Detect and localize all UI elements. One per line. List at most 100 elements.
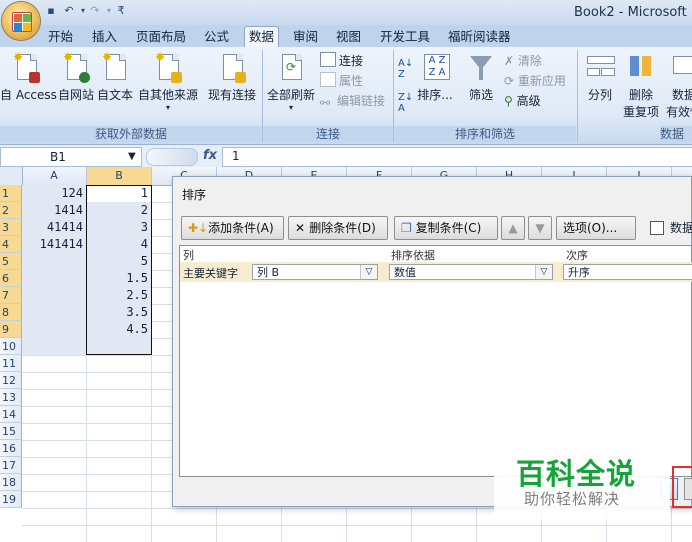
row-header-9[interactable]: 9 <box>0 321 22 338</box>
advanced-filter-icon: ⚲ <box>504 94 517 108</box>
insert-function-icon[interactable]: fx <box>203 148 217 163</box>
chevron-down-icon: ▽ <box>360 265 377 279</box>
cell-a1[interactable]: 124 <box>22 185 86 202</box>
cell-b2[interactable]: 2 <box>87 202 151 219</box>
window-title: Book2 - Microsoft Ex <box>574 5 692 20</box>
cell-b9[interactable]: 4.5 <box>87 321 151 338</box>
edit-links-button[interactable]: ⚯ 编辑链接 <box>320 92 385 110</box>
row-header-15[interactable]: 15 <box>0 423 22 440</box>
tab-foxit-reader[interactable]: 福昕阅读器 <box>448 27 511 47</box>
formula-input[interactable] <box>222 147 692 167</box>
row-header-2[interactable]: 2 <box>0 202 22 219</box>
sort-button[interactable]: A ZZ A 排序... <box>416 52 454 103</box>
tab-insert[interactable]: 插入 <box>92 27 117 47</box>
cell-a4[interactable]: 141414 <box>22 236 86 253</box>
formula-bar-splitter[interactable] <box>146 148 198 166</box>
ribbon-tabs: 开始 插入 页面布局 公式 数据 审阅 视图 开发工具 福昕阅读器 <box>0 25 692 48</box>
has-headers-checkbox[interactable] <box>650 221 664 235</box>
row-header-8[interactable]: 8 <box>0 304 22 321</box>
cell-b7[interactable]: 2.5 <box>87 287 151 304</box>
row-header-11[interactable]: 11 <box>0 355 22 372</box>
group-label-data-tools: 数据 <box>660 126 692 142</box>
cell-a3[interactable]: 41414 <box>22 219 86 236</box>
save-icon[interactable]: ▪ <box>44 4 58 18</box>
row-header-7[interactable]: 7 <box>0 287 22 304</box>
watermark-title: 百科全说 <box>516 457 637 491</box>
delete-level-button[interactable]: ✕ 删除条件(D) <box>288 216 388 240</box>
remove-duplicates-button[interactable]: 删除 重复项 <box>620 52 662 120</box>
row-header-17[interactable]: 17 <box>0 457 22 474</box>
row-header-19[interactable]: 19 <box>0 491 22 508</box>
row-header-18[interactable]: 18 <box>0 474 22 491</box>
sort-descending-button[interactable]: Z↓ A <box>398 92 413 114</box>
from-other-sources-button[interactable]: ✸ 自其他来源 ▾ <box>136 50 200 112</box>
cell-a2[interactable]: 1414 <box>22 202 86 219</box>
from-text-label: 自文本 <box>96 88 133 102</box>
tab-view[interactable]: 视图 <box>336 27 361 47</box>
refresh-all-label: 全部刷新 <box>266 88 315 102</box>
clear-filter-label: 清除 <box>517 54 542 68</box>
tab-developer[interactable]: 开发工具 <box>380 27 430 47</box>
data-validation-button[interactable]: 数据 有效性 <box>664 52 692 120</box>
cell-b8[interactable]: 3.5 <box>87 304 151 321</box>
row-header-5[interactable]: 5 <box>0 253 22 270</box>
cell-b5[interactable]: 5 <box>87 253 151 270</box>
row-header-4[interactable]: 4 <box>0 236 22 253</box>
copy-level-button[interactable]: ❐ 复制条件(C) <box>394 216 498 240</box>
arrow-up-icon: ▲ <box>508 221 518 235</box>
connections-icon <box>320 52 336 67</box>
column-header-b[interactable]: B <box>87 167 152 185</box>
row-header-3[interactable]: 3 <box>0 219 22 236</box>
customize-qat-icon[interactable]: ₹ <box>114 4 128 18</box>
sort-ascending-button[interactable]: A↓ Z <box>398 58 413 80</box>
options-button[interactable]: 选项(O)... <box>556 216 636 240</box>
tab-review[interactable]: 审阅 <box>293 27 318 47</box>
undo-icon[interactable]: ↶ <box>62 4 76 18</box>
filter-button[interactable]: 筛选 <box>464 52 498 103</box>
add-level-button[interactable]: ✚↓添加条件(A) <box>181 216 284 240</box>
redo-icon[interactable]: ↷ <box>88 4 102 18</box>
add-level-label: 添加条件(A) <box>208 221 274 235</box>
cell-b6[interactable]: 1.5 <box>87 270 151 287</box>
connections-button[interactable]: 连接 <box>320 52 363 70</box>
from-text-button[interactable]: ✸ 自文本 <box>96 50 134 103</box>
properties-button[interactable]: 属性 <box>320 72 363 90</box>
row-header-1[interactable]: 1 <box>0 185 22 202</box>
reapply-button[interactable]: ⟳ 重新应用 <box>504 72 566 90</box>
select-all-corner[interactable] <box>0 167 23 185</box>
remove-duplicates-label-1: 删除 <box>628 88 653 102</box>
cell-b4[interactable]: 4 <box>87 236 151 253</box>
sort-on-select[interactable]: 数值 ▽ <box>389 264 553 280</box>
row-header-13[interactable]: 13 <box>0 389 22 406</box>
reapply-label: 重新应用 <box>517 74 566 88</box>
row-header-12[interactable]: 12 <box>0 372 22 389</box>
tab-page-layout[interactable]: 页面布局 <box>136 27 186 47</box>
cell-b3[interactable]: 3 <box>87 219 151 236</box>
order-select[interactable]: 升序 <box>563 264 692 280</box>
row-header-16[interactable]: 16 <box>0 440 22 457</box>
from-access-button[interactable]: ✸ 自 Access <box>0 50 57 103</box>
advanced-filter-button[interactable]: ⚲ 高级 <box>504 92 541 110</box>
from-web-button[interactable]: ✸ 自网站 <box>56 50 96 103</box>
cell-b1[interactable]: 1 <box>87 185 151 202</box>
sort-column-select[interactable]: 列 B ▽ <box>252 264 378 280</box>
tab-formulas[interactable]: 公式 <box>204 27 229 47</box>
tab-home[interactable]: 开始 <box>48 27 73 47</box>
text-to-columns-button[interactable]: 分列 <box>582 52 618 103</box>
arrow-down-icon: ▼ <box>535 221 545 235</box>
move-down-button[interactable]: ▼ <box>528 216 552 240</box>
refresh-all-button[interactable]: ⟳ 全部刷新 ▾ <box>264 52 318 112</box>
existing-connections-button[interactable]: 现有连接 <box>205 52 259 103</box>
name-box-dropdown-icon[interactable]: ▼ <box>128 147 136 167</box>
row-header-14[interactable]: 14 <box>0 406 22 423</box>
tab-data[interactable]: 数据 <box>244 26 280 48</box>
office-button[interactable] <box>2 2 40 40</box>
column-header-a[interactable]: A <box>22 167 87 185</box>
sort-on-header-label: 排序依据 <box>391 249 435 262</box>
clear-filter-button[interactable]: ✗ 清除 <box>504 52 542 70</box>
move-up-button[interactable]: ▲ <box>501 216 525 240</box>
row-header-10[interactable]: 10 <box>0 338 22 355</box>
sort-on-value: 数值 <box>394 266 416 279</box>
row-header-6[interactable]: 6 <box>0 270 22 287</box>
name-box[interactable] <box>0 147 142 167</box>
